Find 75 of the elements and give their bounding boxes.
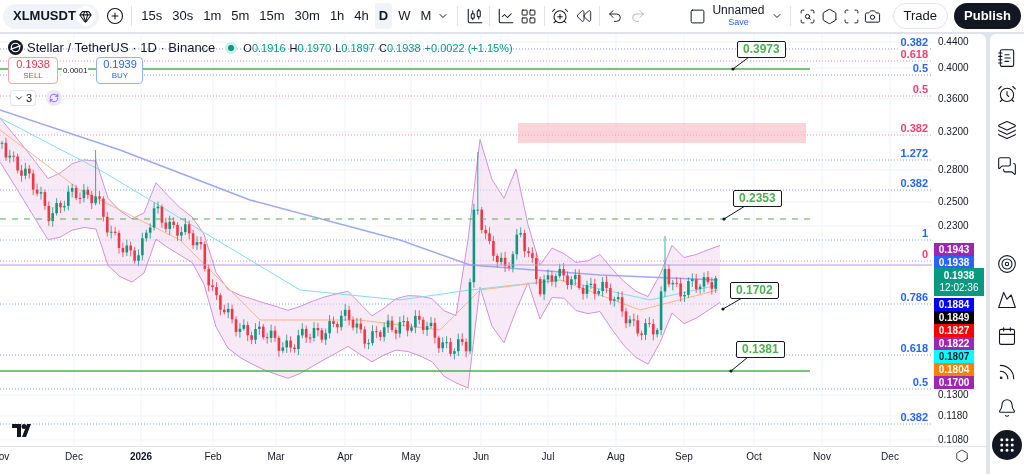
buy-button[interactable]: 0.1939 BUY xyxy=(96,57,144,84)
fib-level-label: 0.618 xyxy=(899,342,929,354)
fib-level-label: 0.5 xyxy=(911,62,929,74)
interval-tab[interactable]: 15s xyxy=(137,3,167,29)
interval-tab[interactable]: 30m xyxy=(290,3,324,29)
time-axis-label: Dec xyxy=(65,451,83,463)
chevron-down-icon xyxy=(14,93,24,103)
interval-tab[interactable]: 1m xyxy=(199,3,226,29)
fib-level-label: 0.5 xyxy=(911,83,929,95)
time-axis-label: Dec xyxy=(881,451,899,463)
fib-level-label: 0.382 xyxy=(899,36,929,48)
interval-tab[interactable]: 1h xyxy=(325,3,349,29)
time-axis-label: Jun xyxy=(472,451,490,463)
price-tag: 0.1943 xyxy=(934,242,974,256)
fib-level-label: 1 xyxy=(920,227,929,239)
interval-tab[interactable]: D xyxy=(374,3,393,29)
time-axis-label: Mar xyxy=(267,451,285,463)
price-axis-label: 0.2500 xyxy=(938,196,969,208)
price-axis-label: 0.3600 xyxy=(938,93,969,105)
price-axis-label: 0.1300 xyxy=(938,389,969,401)
ohlc-value: O0.1916 xyxy=(243,40,286,56)
time-axis-label: May xyxy=(401,451,421,463)
fib-level-label: 0 xyxy=(920,248,929,260)
fib-level-label: 0.382 xyxy=(899,411,929,423)
time-axis-label: ov xyxy=(0,451,10,463)
change-value: +0.0022 (+1.15%) xyxy=(424,40,513,56)
price-axis-label: 0.4000 xyxy=(938,62,969,74)
price-axis-label: 0.1080 xyxy=(938,434,969,446)
spread-value: 0.0001 xyxy=(62,64,89,77)
ohlc-value: C0.1938 xyxy=(378,40,421,56)
symbol-text: XLMUSDT xyxy=(13,7,76,26)
time-axis-label: Jul xyxy=(541,451,555,463)
fib-level-label: 0.382 xyxy=(899,177,929,189)
price-axis-label: 0.2800 xyxy=(938,164,969,176)
layers-icon[interactable] xyxy=(995,118,1019,142)
time-axis-label: Sep xyxy=(675,451,693,463)
time-axis-label: Oct xyxy=(746,451,762,463)
publish-button[interactable]: Publish xyxy=(954,3,1021,29)
fib-level-label: 0.618 xyxy=(899,48,929,60)
fib-level-label: 0.5 xyxy=(911,376,929,388)
symbol-title[interactable]: Stellar / TetherUS · 1D · Binance xyxy=(27,38,216,58)
price-axis-label: 0.2300 xyxy=(938,220,969,232)
time-axis-label: Feb xyxy=(204,451,222,463)
fib-level-label: 0.382 xyxy=(899,122,929,134)
interval-tab[interactable]: 15m xyxy=(255,3,289,29)
apps-grid-icon[interactable] xyxy=(992,430,1022,460)
interval-tab[interactable]: 30s xyxy=(168,3,198,29)
time-axis-label: Aug xyxy=(607,451,625,463)
target-icon[interactable] xyxy=(995,252,1019,276)
ohlc-value: L0.1897 xyxy=(335,40,375,56)
price-axis-label: 0.4400 xyxy=(938,36,969,48)
indicators-toggle[interactable]: 3 xyxy=(10,90,37,106)
save-link[interactable]: Save xyxy=(728,16,749,28)
interval-tab[interactable]: M xyxy=(416,3,436,29)
interval-tab[interactable]: 5m xyxy=(227,3,254,29)
chat-icon[interactable] xyxy=(995,154,1019,178)
fib-level-label: 1.272 xyxy=(899,147,929,159)
fib-level-label: 0.786 xyxy=(899,291,929,303)
last-price-tag: 0.1938 12:02:36 xyxy=(934,268,984,296)
time-axis-label: 2026 xyxy=(129,451,153,463)
price-axis-label: 0.3200 xyxy=(938,126,969,138)
price-tag: 0.1884 xyxy=(934,297,974,311)
horizontal-line[interactable] xyxy=(0,218,811,220)
symbol-search-field[interactable]: XLMUSDT xyxy=(3,3,99,29)
coin-logo-icon xyxy=(8,40,23,56)
time-axis-label: Nov xyxy=(813,451,831,463)
ohlc-value: H0.1970 xyxy=(289,40,332,56)
settings-icon[interactable] xyxy=(955,449,969,463)
interval-tab[interactable]: 4h xyxy=(350,3,373,29)
interval-tab[interactable]: W xyxy=(394,3,415,29)
price-axis-label: 0.1180 xyxy=(938,410,968,422)
time-axis-label: Apr xyxy=(337,451,353,463)
refresh-icon[interactable] xyxy=(46,90,63,106)
layout-name[interactable]: Unnamed xyxy=(712,4,765,16)
sell-button[interactable]: 0.1938 SELL xyxy=(8,57,58,84)
